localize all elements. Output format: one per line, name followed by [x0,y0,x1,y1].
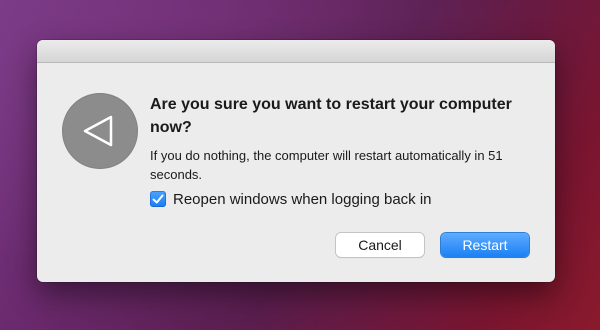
reopen-windows-label[interactable]: Reopen windows when logging back in [173,191,432,208]
cancel-button[interactable]: Cancel [336,233,424,257]
dialog-title: Are you sure you want to restart your co… [150,96,512,136]
restart-dialog: Are you sure you want to restart your co… [37,40,555,282]
dialog-titlebar [37,40,555,63]
reopen-windows-option[interactable]: Reopen windows when logging back in [150,190,432,208]
reopen-windows-checkbox[interactable] [150,191,166,207]
dialog-message: If you do nothing, the computer will res… [150,148,503,182]
play-back-triangle-icon [62,93,138,169]
checkmark-icon [152,194,164,204]
restart-button[interactable]: Restart [441,233,529,257]
